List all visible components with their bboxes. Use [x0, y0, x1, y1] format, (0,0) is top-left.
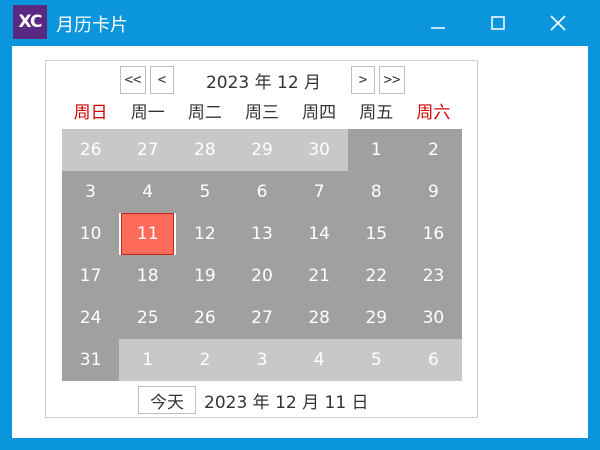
- day-cell[interactable]: 28: [290, 297, 348, 339]
- day-cell[interactable]: 30: [404, 297, 462, 339]
- day-cell[interactable]: 21: [290, 255, 348, 297]
- window-title: 月历卡片: [56, 15, 128, 36]
- weekday-wednesday: 周三: [244, 103, 279, 123]
- day-cell[interactable]: 3: [62, 171, 120, 213]
- next-year-button[interactable]: >>: [379, 66, 405, 94]
- day-cell[interactable]: 2: [404, 129, 462, 171]
- day-cell[interactable]: 6: [233, 171, 291, 213]
- next-month-button[interactable]: >: [351, 66, 375, 94]
- day-cell[interactable]: 24: [62, 297, 120, 339]
- day-cell[interactable]: 12: [176, 213, 234, 255]
- title-bar[interactable]: XC 月历卡片: [0, 0, 600, 46]
- day-cell[interactable]: 8: [347, 171, 405, 213]
- weekday-thursday: 周四: [302, 103, 337, 123]
- calendar-card: << < 2023 年 12 月 > >> 周日 周一 周二 周三 周四 周五 …: [45, 60, 478, 418]
- weekday-sunday: 周日: [73, 103, 108, 123]
- day-cell[interactable]: 15: [347, 213, 405, 255]
- day-cell[interactable]: 2: [176, 339, 234, 381]
- selected-date-text: 2023 年 12 月 11 日: [204, 393, 369, 413]
- day-cell[interactable]: 1: [347, 129, 405, 171]
- minimize-button[interactable]: [408, 0, 468, 46]
- app-logo: XC: [13, 5, 47, 39]
- weekday-header: 周日 周一 周二 周三 周四 周五 周六: [62, 99, 462, 127]
- prev-month-button[interactable]: <: [150, 66, 174, 94]
- day-cell[interactable]: 6: [404, 339, 462, 381]
- day-cell[interactable]: 4: [119, 171, 177, 213]
- day-cell[interactable]: 27: [119, 129, 177, 171]
- day-cell[interactable]: 16: [404, 213, 462, 255]
- day-cell[interactable]: 30: [290, 129, 348, 171]
- close-button[interactable]: [528, 0, 588, 46]
- day-cell[interactable]: 23: [404, 255, 462, 297]
- day-cell[interactable]: 9: [404, 171, 462, 213]
- day-cell[interactable]: 27: [233, 297, 291, 339]
- day-cell[interactable]: 28: [176, 129, 234, 171]
- prev-year-button[interactable]: <<: [120, 66, 146, 94]
- weekday-saturday: 周六: [416, 103, 451, 123]
- day-cell[interactable]: 26: [176, 297, 234, 339]
- day-cell-selected[interactable]: 11: [121, 213, 175, 255]
- weekday-tuesday: 周二: [187, 103, 222, 123]
- day-cell[interactable]: 20: [233, 255, 291, 297]
- day-cell[interactable]: 29: [233, 129, 291, 171]
- day-cell[interactable]: 22: [347, 255, 405, 297]
- maximize-icon: [491, 16, 505, 30]
- day-cell[interactable]: 5: [176, 171, 234, 213]
- day-cell[interactable]: 4: [290, 339, 348, 381]
- day-cell[interactable]: 14: [290, 213, 348, 255]
- close-icon: [550, 15, 566, 31]
- day-cell[interactable]: 1: [119, 339, 177, 381]
- today-button[interactable]: 今天: [138, 386, 196, 414]
- day-cell[interactable]: 10: [62, 213, 120, 255]
- day-cell[interactable]: 26: [62, 129, 120, 171]
- day-cell[interactable]: 31: [62, 339, 120, 381]
- days-grid: 26 27 28 29 30 1 2 3 4 5 6 7 8 9 10 11 12 13 14 15 16 17 18 19 2…: [62, 129, 462, 381]
- day-cell[interactable]: 3: [233, 339, 291, 381]
- day-cell[interactable]: 13: [233, 213, 291, 255]
- day-cell[interactable]: 7: [290, 171, 348, 213]
- weekday-friday: 周五: [359, 103, 394, 123]
- day-cell[interactable]: 29: [347, 297, 405, 339]
- day-cell[interactable]: 5: [347, 339, 405, 381]
- day-cell[interactable]: 17: [62, 255, 120, 297]
- maximize-button[interactable]: [468, 0, 528, 46]
- day-cell[interactable]: 18: [119, 255, 177, 297]
- month-label: 2023 年 12 月: [205, 73, 322, 93]
- day-cell[interactable]: 25: [119, 297, 177, 339]
- weekday-monday: 周一: [130, 103, 165, 123]
- client-area: << < 2023 年 12 月 > >> 周日 周一 周二 周三 周四 周五 …: [12, 46, 588, 438]
- day-cell[interactable]: 19: [176, 255, 234, 297]
- minimize-icon: [431, 27, 445, 29]
